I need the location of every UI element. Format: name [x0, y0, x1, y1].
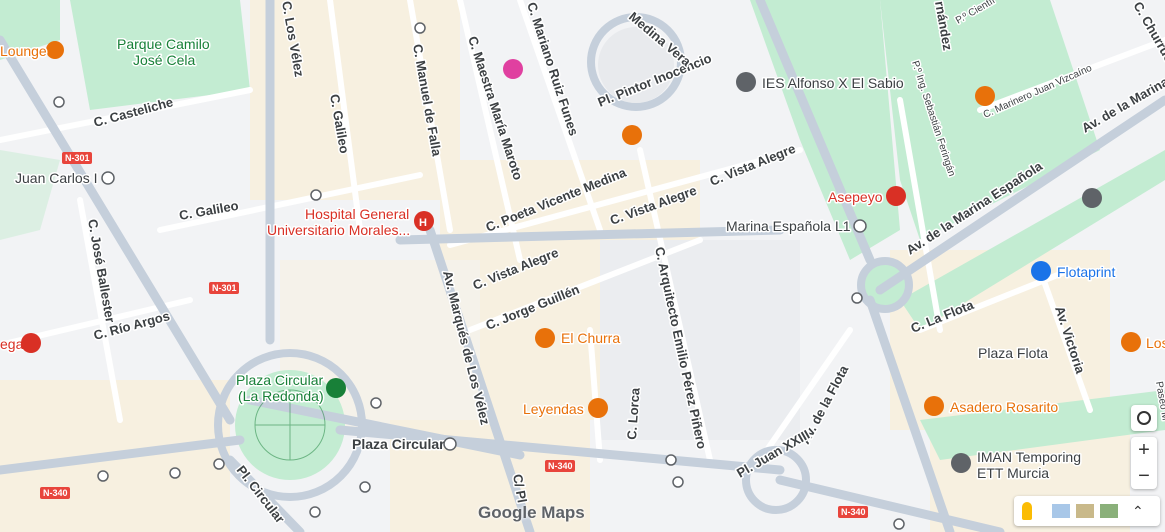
svg-text:Marina Española L1: Marina Española L1 — [726, 218, 851, 234]
leyendas-poi[interactable]: Leyendas — [522, 398, 608, 419]
svg-text:Asadero Rosarito: Asadero Rosarito — [950, 399, 1058, 415]
layers-toolbar[interactable]: ⌃ — [1014, 496, 1160, 526]
terrain-layer-icon[interactable] — [1076, 504, 1094, 518]
hospital-icon: H — [419, 217, 427, 229]
plaza-flota-poi[interactable]: Plaza Flota — [977, 344, 1050, 363]
hospital-poi[interactable]: H Hospital General Universitario Morales… — [266, 205, 434, 240]
road-shield-n340-c: N-340 — [838, 506, 868, 518]
el-churra-poi[interactable]: El Churra — [535, 328, 622, 348]
zoom-control[interactable]: + − — [1131, 437, 1157, 489]
svg-text:Los: Los — [1146, 335, 1165, 351]
pegman-icon[interactable] — [1022, 502, 1032, 520]
hotel-poi[interactable] — [503, 59, 523, 79]
marina-espanola-poi[interactable]: Marina Española L1 — [725, 217, 867, 236]
svg-text:Plaza Circular: Plaza Circular — [236, 372, 323, 388]
road-shield-n301-b: N-301 — [209, 282, 239, 294]
los-poi[interactable]: Los — [1121, 332, 1165, 353]
my-location-button[interactable] — [1131, 405, 1157, 431]
restaurant-poi-pl-pintor[interactable] — [622, 125, 642, 145]
zoom-in-button[interactable]: + — [1138, 437, 1150, 463]
satellite-layer-icon[interactable] — [1052, 504, 1070, 518]
svg-text:Juan Carlos I: Juan Carlos I — [15, 170, 97, 186]
svg-text:ETT Murcia: ETT Murcia — [977, 465, 1049, 481]
road-shield-n301-a: N-301 — [62, 152, 92, 164]
svg-text:N-340: N-340 — [548, 461, 573, 471]
svg-text:Parque Camilo: Parque Camilo — [117, 36, 210, 52]
svg-text:José Cela: José Cela — [133, 52, 195, 68]
street-c-mariano: C. Mariano Ruiz Funes — [524, 0, 581, 137]
svg-text:ega: ega — [0, 336, 24, 352]
map-canvas[interactable]: C. Casteliche C. Galileo C. Galileo C. J… — [0, 0, 1165, 532]
svg-text:N-340: N-340 — [43, 488, 68, 498]
flotaprint-poi[interactable]: Flotaprint — [1031, 261, 1117, 282]
cafe-poi[interactable] — [975, 86, 995, 106]
google-maps-logo: Google Maps — [478, 503, 585, 522]
svg-text:IMAN Temporing: IMAN Temporing — [977, 449, 1081, 465]
plaza-circular-poi[interactable]: Plaza Circular — [351, 435, 457, 454]
school-poi-right[interactable] — [1082, 188, 1102, 208]
svg-text:Hospital General: Hospital General — [305, 206, 409, 222]
svg-text:El Churra: El Churra — [561, 330, 620, 346]
zoom-out-button[interactable]: − — [1138, 463, 1150, 489]
svg-text:Plaza Flota: Plaza Flota — [978, 345, 1048, 361]
vega-poi[interactable]: ega — [0, 333, 41, 354]
svg-text:IES Alfonso X El Sabio: IES Alfonso X El Sabio — [762, 75, 904, 91]
my-location-icon — [1137, 411, 1151, 425]
lounge-label: Lounge — [0, 43, 47, 59]
svg-text:Flotaprint: Flotaprint — [1057, 264, 1115, 280]
svg-text:N-340: N-340 — [841, 507, 866, 517]
svg-text:N-301: N-301 — [65, 153, 90, 163]
biking-layer-icon[interactable] — [1100, 504, 1118, 518]
svg-text:Asepeyo: Asepeyo — [828, 189, 883, 205]
road-shield-n340-a: N-340 — [40, 487, 70, 499]
street-c-churruca: C. Churruca — [1130, 0, 1165, 72]
road-shield-n340-b: N-340 — [545, 460, 575, 472]
lounge-poi[interactable]: Lounge — [0, 41, 64, 61]
svg-text:Leyendas: Leyendas — [523, 401, 584, 417]
asepeyo-poi[interactable]: Asepeyo — [827, 186, 906, 207]
svg-text:Universitario Morales...: Universitario Morales... — [267, 222, 410, 238]
street-c-vista-alegre-3: C. Vista Alegre — [708, 141, 798, 189]
svg-text:N-301: N-301 — [212, 283, 237, 293]
juan-carlos-poi[interactable]: Juan Carlos I — [14, 169, 115, 188]
svg-text:Plaza Circular: Plaza Circular — [352, 436, 445, 452]
chevron-up-icon[interactable]: ⌃ — [1132, 503, 1144, 520]
ies-poi[interactable]: IES Alfonso X El Sabio — [736, 72, 905, 93]
svg-text:(La Redonda): (La Redonda) — [238, 388, 324, 404]
